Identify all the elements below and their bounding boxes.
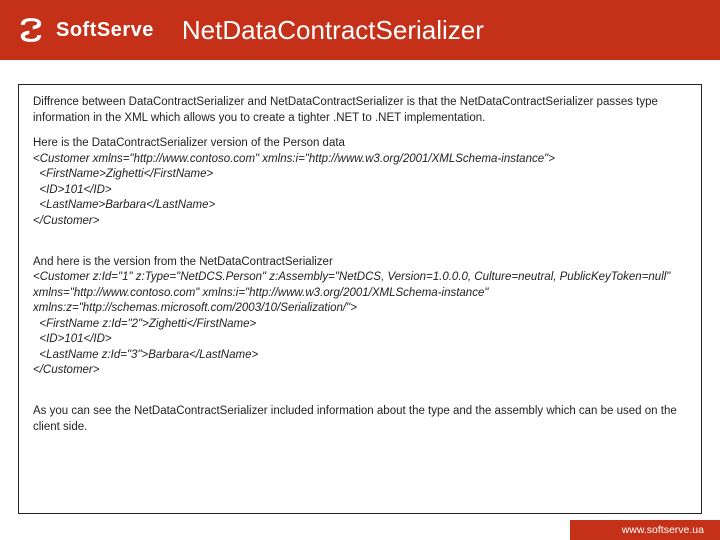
ndcs-lead: And here is the version from the NetData… bbox=[33, 255, 687, 271]
ndcs-xml-line: <ID>101</ID> bbox=[33, 332, 687, 348]
softserve-logo-icon bbox=[14, 13, 48, 47]
slide-header: SoftServe NetDataContractSerializer bbox=[0, 0, 720, 60]
dcs-lead: Here is the DataContractSerializer versi… bbox=[33, 136, 687, 152]
slide-title: NetDataContractSerializer bbox=[154, 15, 706, 46]
dcs-xml-line: <ID>101</ID> bbox=[33, 183, 687, 199]
dcs-xml-line bbox=[33, 229, 687, 245]
ndcs-xml-line: <FirstName z:Id="2">Zighetti</FirstName> bbox=[33, 317, 687, 333]
ndcs-xml-line: <LastName z:Id="3">Barbara</LastName> bbox=[33, 348, 687, 364]
ndcs-xml-line: </Customer> bbox=[33, 363, 687, 379]
dcs-xml-line: <FirstName>Zighetti</FirstName> bbox=[33, 167, 687, 183]
ndcs-xml-line bbox=[33, 379, 687, 395]
dcs-xml-line: <LastName>Barbara</LastName> bbox=[33, 198, 687, 214]
divider bbox=[0, 60, 720, 70]
slide-body: Diffrence between DataContractSerializer… bbox=[0, 70, 720, 540]
outro-paragraph: As you can see the NetDataContractSerial… bbox=[33, 404, 687, 435]
dcs-xml-line: <Customer xmlns="http://www.contoso.com"… bbox=[33, 152, 687, 168]
dcs-xml-line: </Customer> bbox=[33, 214, 687, 230]
content-box: Diffrence between DataContractSerializer… bbox=[18, 84, 702, 514]
footer-url: www.softserve.ua bbox=[570, 520, 720, 540]
intro-paragraph: Diffrence between DataContractSerializer… bbox=[33, 95, 687, 126]
brand-logo: SoftServe bbox=[14, 13, 154, 47]
brand-name: SoftServe bbox=[56, 19, 154, 42]
ndcs-xml-line: <Customer z:Id="1" z:Type="NetDCS.Person… bbox=[33, 270, 687, 317]
